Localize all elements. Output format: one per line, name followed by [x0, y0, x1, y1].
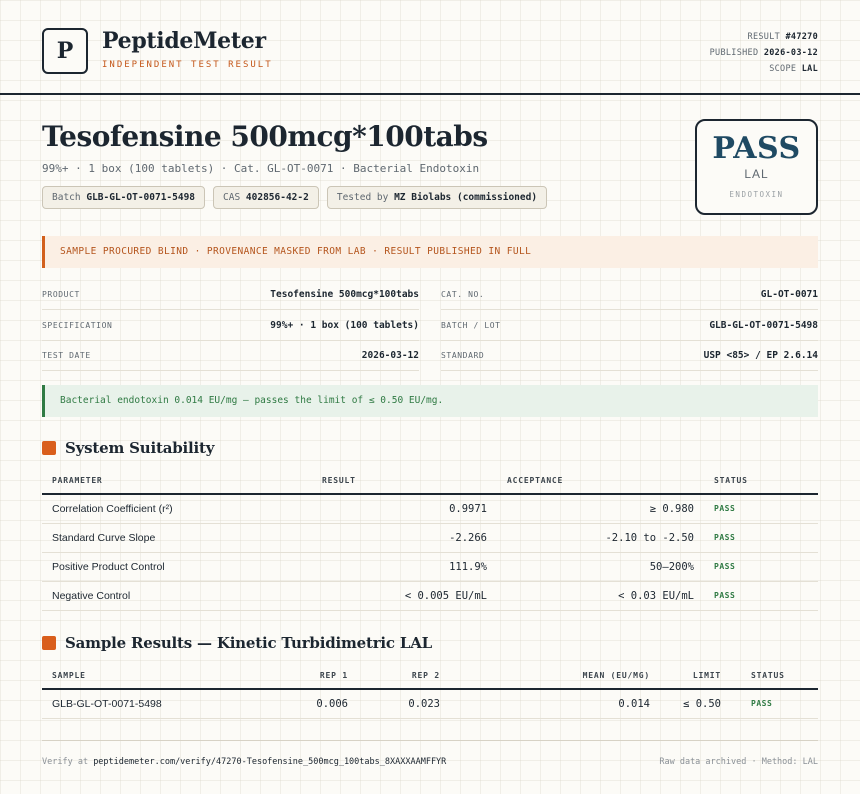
col-status: STATUS: [704, 467, 818, 495]
param-acceptance: -2.10 to -2.50: [497, 523, 704, 553]
section-marker-icon: [42, 636, 56, 650]
section-title: System Suitability: [65, 439, 215, 457]
param-acceptance: ≥ 0.980: [497, 494, 704, 524]
stamp-verdict: PASS: [712, 131, 801, 166]
result-number: #47270: [785, 32, 818, 42]
info-product: PRODUCT Tesofensine 500mcg*100tabs: [42, 280, 419, 310]
table-header-row: PARAMETER RESULT ACCEPTANCE STATUS: [42, 467, 818, 495]
result-summary-banner: Bacterial endotoxin 0.014 EU/mg — passes…: [42, 385, 818, 417]
page-title: Tesofensine 500mcg*100tabs: [42, 120, 488, 153]
table-row: Standard Curve Slope -2.266 -2.10 to -2.…: [42, 523, 818, 553]
col-sample: SAMPLE: [42, 662, 262, 690]
published-date: 2026-03-12: [763, 48, 818, 58]
logo-letter: P: [56, 38, 74, 64]
chip-row: Batch GLB-GL-OT-0071-5498 CAS 402856-42-…: [42, 186, 548, 209]
col-acceptance: ACCEPTANCE: [497, 467, 704, 495]
col-result: RESULT: [312, 467, 497, 495]
tested-by-chip: Tested by MZ Biolabs (commissioned): [326, 186, 548, 209]
suitability-table: PARAMETER RESULT ACCEPTANCE STATUS Corre…: [42, 467, 818, 611]
suitability-section-header: System Suitability: [42, 439, 214, 457]
batch-chip: Batch GLB-GL-OT-0071-5498: [42, 186, 206, 209]
info-cat-no: CAT. NO. GL-OT-0071: [441, 280, 818, 310]
col-parameter: PARAMETER: [42, 467, 312, 495]
col-rep1: REP 1: [262, 662, 358, 690]
status-badge: PASS: [704, 523, 818, 553]
footer-method-note: Raw data archived · Method: LAL: [659, 757, 818, 767]
param-name: Correlation Coefficient (r²): [42, 494, 312, 524]
scope-value: LAL: [801, 64, 818, 74]
page-subtitle: 99%+ · 1 box (100 tablets) · Cat. GL-OT-…: [42, 162, 480, 175]
sample-rep2: 0.023: [358, 689, 450, 719]
param-result: -2.266: [312, 523, 497, 553]
brand-logo: P: [42, 28, 88, 74]
param-result: 0.9971: [312, 494, 497, 524]
col-mean: MEAN (EU/MG): [450, 662, 660, 690]
status-badge: PASS: [704, 494, 818, 524]
param-result: < 0.005 EU/mL: [312, 581, 497, 611]
blind-notice-banner: SAMPLE PROCURED BLIND · PROVENANCE MASKE…: [42, 236, 818, 268]
meta-published: PUBLISHED 2026-03-12: [709, 48, 818, 58]
sample-limit: ≤ 0.50: [660, 689, 731, 719]
samples-section-header: Sample Results — Kinetic Turbidimetric L…: [42, 634, 432, 652]
param-acceptance: < 0.03 EU/mL: [497, 581, 704, 611]
sample-rep1: 0.006: [262, 689, 358, 719]
sample-results-table: SAMPLE REP 1 REP 2 MEAN (EU/MG) LIMIT ST…: [42, 662, 818, 719]
brand-name: PeptideMeter: [102, 28, 266, 54]
sample-mean: 0.014: [450, 689, 660, 719]
info-batch-lot: BATCH / LOT GLB-GL-OT-0071-5498: [441, 311, 818, 341]
status-badge: PASS: [731, 689, 818, 719]
stamp-method: LAL: [744, 167, 769, 181]
report-meta: RESULT #47270 PUBLISHED 2026-03-12 SCOPE…: [710, 29, 818, 77]
table-row: Negative Control < 0.005 EU/mL < 0.03 EU…: [42, 581, 818, 611]
brand-tagline: INDEPENDENT TEST RESULT: [102, 60, 273, 70]
verify-link[interactable]: peptidemeter.com/verify/47270-Tesofensin…: [93, 757, 446, 767]
status-badge: PASS: [704, 552, 818, 582]
param-name: Standard Curve Slope: [42, 523, 312, 553]
col-rep2: REP 2: [358, 662, 450, 690]
meta-result: RESULT #47270: [747, 32, 818, 42]
table-row: GLB-GL-OT-0071-5498 0.006 0.023 0.014 ≤ …: [42, 689, 818, 719]
table-row: Correlation Coefficient (r²) 0.9971 ≥ 0.…: [42, 494, 818, 524]
pass-stamp: PASS LAL ENDOTOXIN: [695, 119, 818, 215]
info-specification: SPECIFICATION 99%+ · 1 box (100 tablets): [42, 311, 419, 341]
param-name: Negative Control: [42, 581, 312, 611]
sample-id: GLB-GL-OT-0071-5498: [42, 689, 262, 719]
col-limit: LIMIT: [660, 662, 731, 690]
table-row: Positive Product Control 111.9% 50–200% …: [42, 552, 818, 582]
info-standard: STANDARD USP <85> / EP 2.6.14: [441, 341, 818, 371]
section-marker-icon: [42, 441, 56, 455]
col-status: STATUS: [731, 662, 818, 690]
param-acceptance: 50–200%: [497, 552, 704, 582]
section-title: Sample Results — Kinetic Turbidimetric L…: [65, 634, 433, 652]
cas-chip: CAS 402856-42-2: [213, 186, 319, 209]
stamp-category: ENDOTOXIN: [729, 190, 784, 199]
param-result: 111.9%: [312, 552, 497, 582]
meta-scope: SCOPE LAL: [769, 64, 818, 74]
status-badge: PASS: [704, 581, 818, 611]
header-divider: [0, 93, 860, 95]
table-header-row: SAMPLE REP 1 REP 2 MEAN (EU/MG) LIMIT ST…: [42, 662, 818, 690]
param-name: Positive Product Control: [42, 552, 312, 582]
verify-line: Verify at peptidemeter.com/verify/47270-…: [42, 757, 447, 767]
footer-divider: [42, 740, 818, 741]
info-test-date: TEST DATE 2026-03-12: [42, 341, 419, 371]
